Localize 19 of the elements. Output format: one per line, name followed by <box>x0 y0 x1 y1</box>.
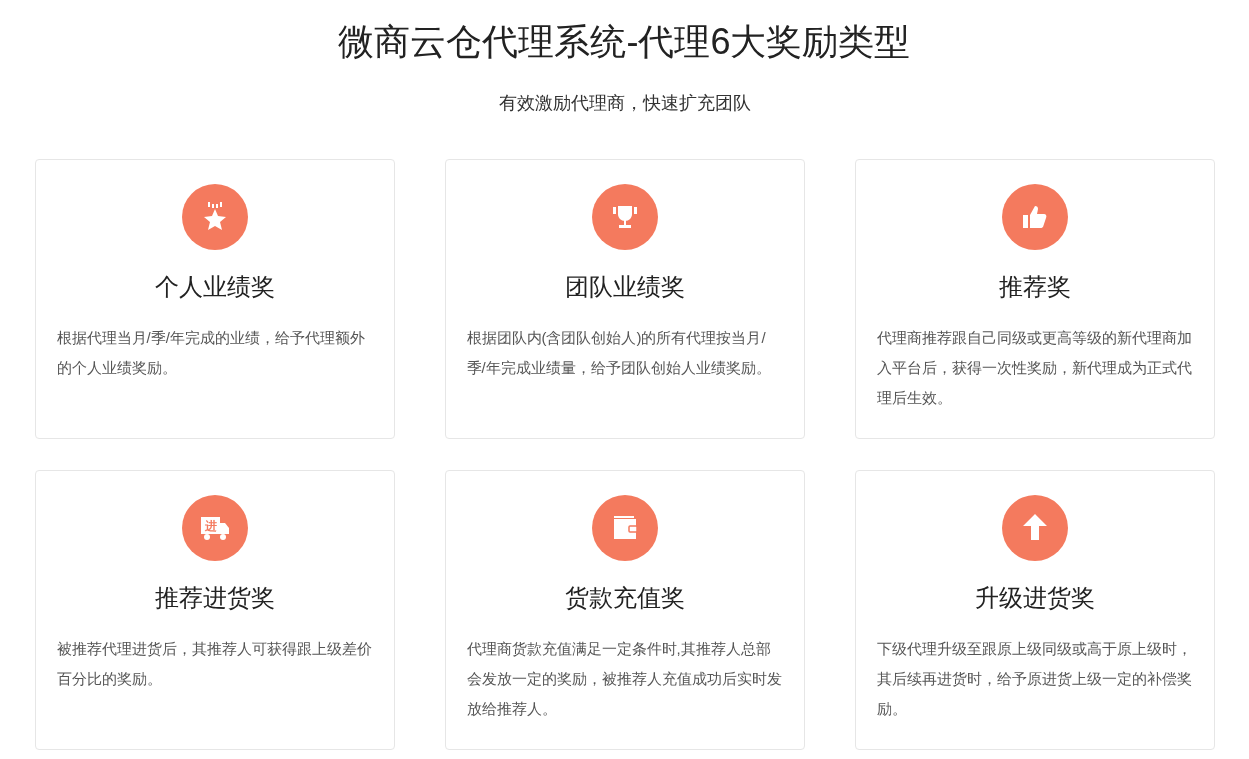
card-description: 代理商推荐跟自己同级或更高等级的新代理商加入平台后，获得一次性奖励，新代理成为正式代理后生效。 <box>876 328 1193 408</box>
card-title: 推荐奖 <box>998 272 1071 302</box>
page-subtitle: 有效激励代理商，快速扩充团队 <box>498 92 751 115</box>
card-title: 推荐进货奖 <box>154 583 275 613</box>
card-description: 下级代理升级至跟原上级同级或高于原上级时，其后续再进货时，给予原进货上级一定的补偿奖励。 <box>876 639 1193 719</box>
card-title: 升级进货奖 <box>974 583 1095 613</box>
card-title: 货款充值奖 <box>564 583 685 613</box>
card-description: 代理商货款充值满足一定条件时,其推荐人总部会发放一定的奖励，被推荐人充值成功后实时发放给推荐人。 <box>466 639 783 719</box>
trophy-icon <box>610 203 639 231</box>
truck-icon <box>200 517 229 540</box>
card-title: 团队业绩奖 <box>564 272 685 302</box>
page-title: 微商云仓代理系统-代理6大奖励类型 <box>338 20 911 64</box>
truck-label: 进 <box>204 519 216 533</box>
thumbs-up-icon <box>1020 203 1049 231</box>
card-description: 根据团队内(含团队创始人)的所有代理按当月/季/年完成业绩量，给予团队创始人业绩奖励。 <box>466 328 772 378</box>
card-title: 个人业绩奖 <box>154 272 275 302</box>
card-description: 根据代理当月/季/年完成的业绩，给予代理额外的个人业绩奖励。 <box>56 328 366 378</box>
card-description: 被推荐代理进货后，其推荐人可获得跟上级差价百分比的奖励。 <box>56 639 373 689</box>
arrow-up-icon <box>1021 513 1048 543</box>
